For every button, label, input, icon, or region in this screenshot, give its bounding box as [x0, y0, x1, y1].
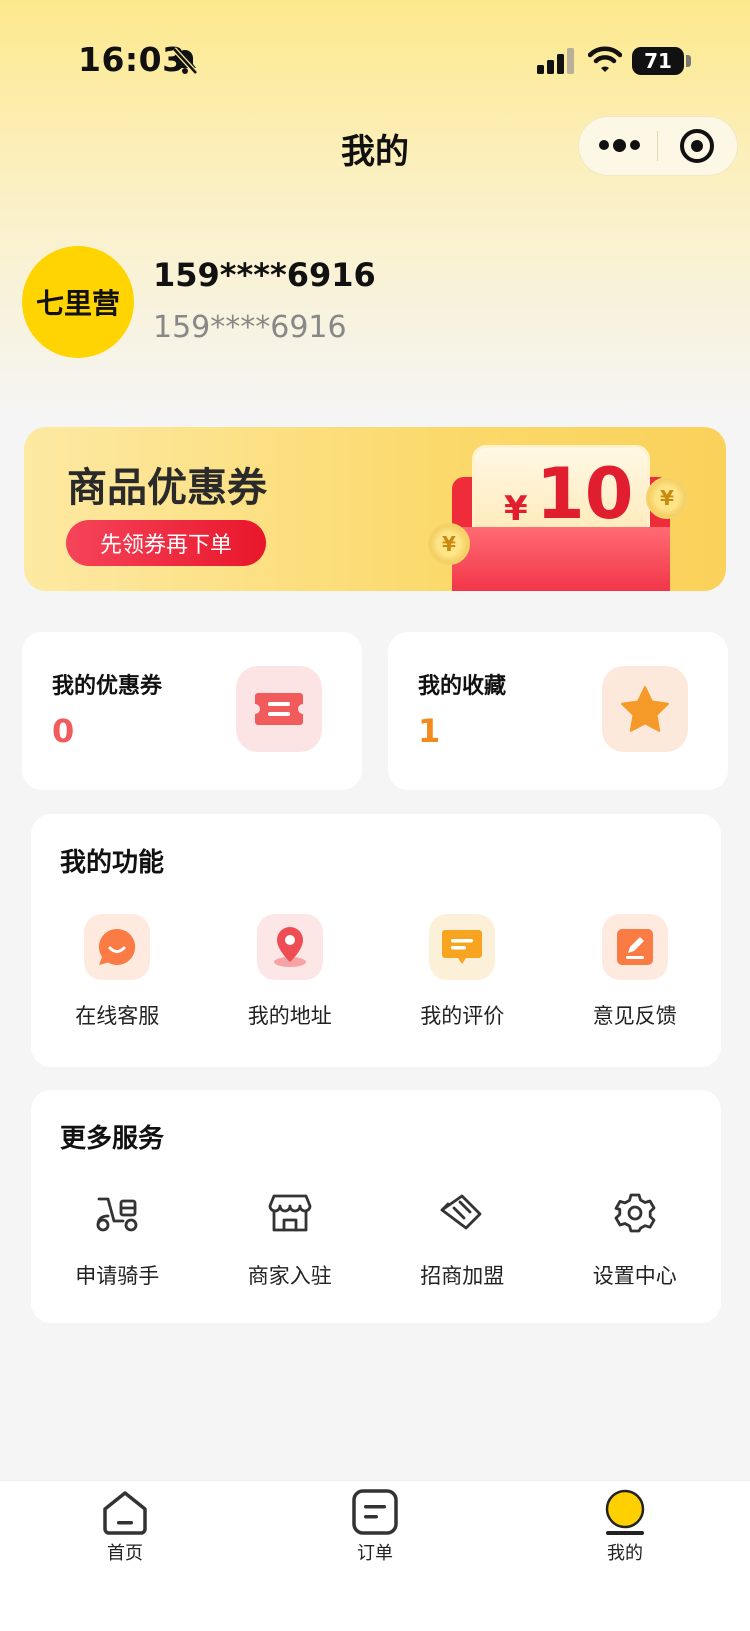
feedback-item[interactable]: 意见反馈 [549, 914, 722, 1030]
battery-level: 71 [644, 49, 672, 73]
chat-bubble-icon [84, 914, 151, 980]
location-pin-icon [256, 914, 323, 980]
status-bar: 16:03 71 [0, 0, 750, 120]
bell-slash-icon [172, 47, 198, 75]
stat-value: 0 [52, 712, 75, 750]
apply-rider-item[interactable]: 申请骑手 [31, 1180, 204, 1290]
my-functions-section: 我的功能 在线客服 我的地址 我的评价 意见反馈 [31, 814, 721, 1067]
item-label: 招商加盟 [420, 1264, 505, 1288]
more-dots-icon[interactable] [596, 130, 642, 160]
coupon-banner[interactable]: 商品优惠券 先领券再下单 ¥ 10 ¥ ¥ [24, 427, 726, 591]
item-label: 商家入驻 [247, 1264, 332, 1288]
item-label: 我的地址 [247, 1004, 332, 1028]
my-address-item[interactable]: 我的地址 [204, 914, 377, 1030]
item-label: 在线客服 [75, 1004, 160, 1028]
bottom-tab-bar: 首页 订单 我的 [0, 1480, 750, 1631]
comment-icon [429, 914, 496, 980]
banner-currency: ¥ [504, 489, 528, 529]
item-label: 意见反馈 [592, 1004, 677, 1028]
edit-icon [601, 914, 668, 980]
target-icon[interactable] [680, 129, 714, 163]
item-label: 设置中心 [592, 1264, 677, 1288]
home-icon [103, 1491, 147, 1535]
coin-icon: ¥ [428, 523, 470, 565]
settings-item[interactable]: 设置中心 [549, 1180, 722, 1290]
merchant-join-item[interactable]: 商家入驻 [204, 1180, 377, 1290]
tab-orders[interactable]: 订单 [250, 1481, 500, 1631]
tab-label: 首页 [107, 1543, 143, 1564]
my-favorites-card[interactable]: 我的收藏 1 [388, 632, 728, 790]
order-icon [352, 1489, 398, 1535]
tab-label: 订单 [357, 1543, 393, 1564]
stat-value: 1 [418, 712, 441, 750]
online-service-item[interactable]: 在线客服 [31, 914, 204, 1030]
capsule-divider [657, 131, 658, 161]
handshake-icon [429, 1180, 495, 1246]
stat-label: 我的收藏 [418, 674, 507, 699]
scooter-icon [84, 1180, 150, 1246]
tab-home[interactable]: 首页 [0, 1481, 250, 1631]
star-icon [602, 666, 688, 752]
coin-icon: ¥ [646, 477, 688, 519]
user-phone: 159****6916 [153, 310, 347, 345]
avatar[interactable]: 七里营 [22, 246, 134, 358]
ticket-icon [236, 666, 322, 752]
banner-title: 商品优惠券 [67, 465, 267, 511]
profile-icon [605, 1489, 645, 1535]
section-title: 更多服务 [60, 1124, 165, 1154]
store-icon [257, 1180, 323, 1246]
avatar-text: 七里营 [35, 287, 120, 320]
franchise-item[interactable]: 招商加盟 [376, 1180, 549, 1290]
signal-icon [537, 48, 574, 74]
section-title: 我的功能 [60, 848, 165, 878]
my-reviews-item[interactable]: 我的评价 [376, 914, 549, 1030]
red-envelope-front [452, 527, 670, 591]
gear-icon [602, 1180, 668, 1246]
battery-cap [686, 55, 691, 67]
banner-amount: 10 [536, 453, 634, 535]
user-name: 159****6916 [153, 256, 376, 294]
my-coupons-card[interactable]: 我的优惠券 0 [22, 632, 362, 790]
tab-mine[interactable]: 我的 [500, 1481, 750, 1631]
item-label: 我的评价 [420, 1004, 505, 1028]
item-label: 申请骑手 [75, 1264, 160, 1288]
wifi-icon [588, 46, 622, 72]
tab-label: 我的 [607, 1543, 643, 1564]
battery-icon: 71 [632, 47, 684, 75]
get-coupon-button[interactable]: 先领券再下单 [66, 520, 266, 566]
more-services-section: 更多服务 申请骑手 商家入驻 招商加盟 设置中心 [31, 1090, 721, 1323]
stat-label: 我的优惠券 [52, 674, 163, 699]
